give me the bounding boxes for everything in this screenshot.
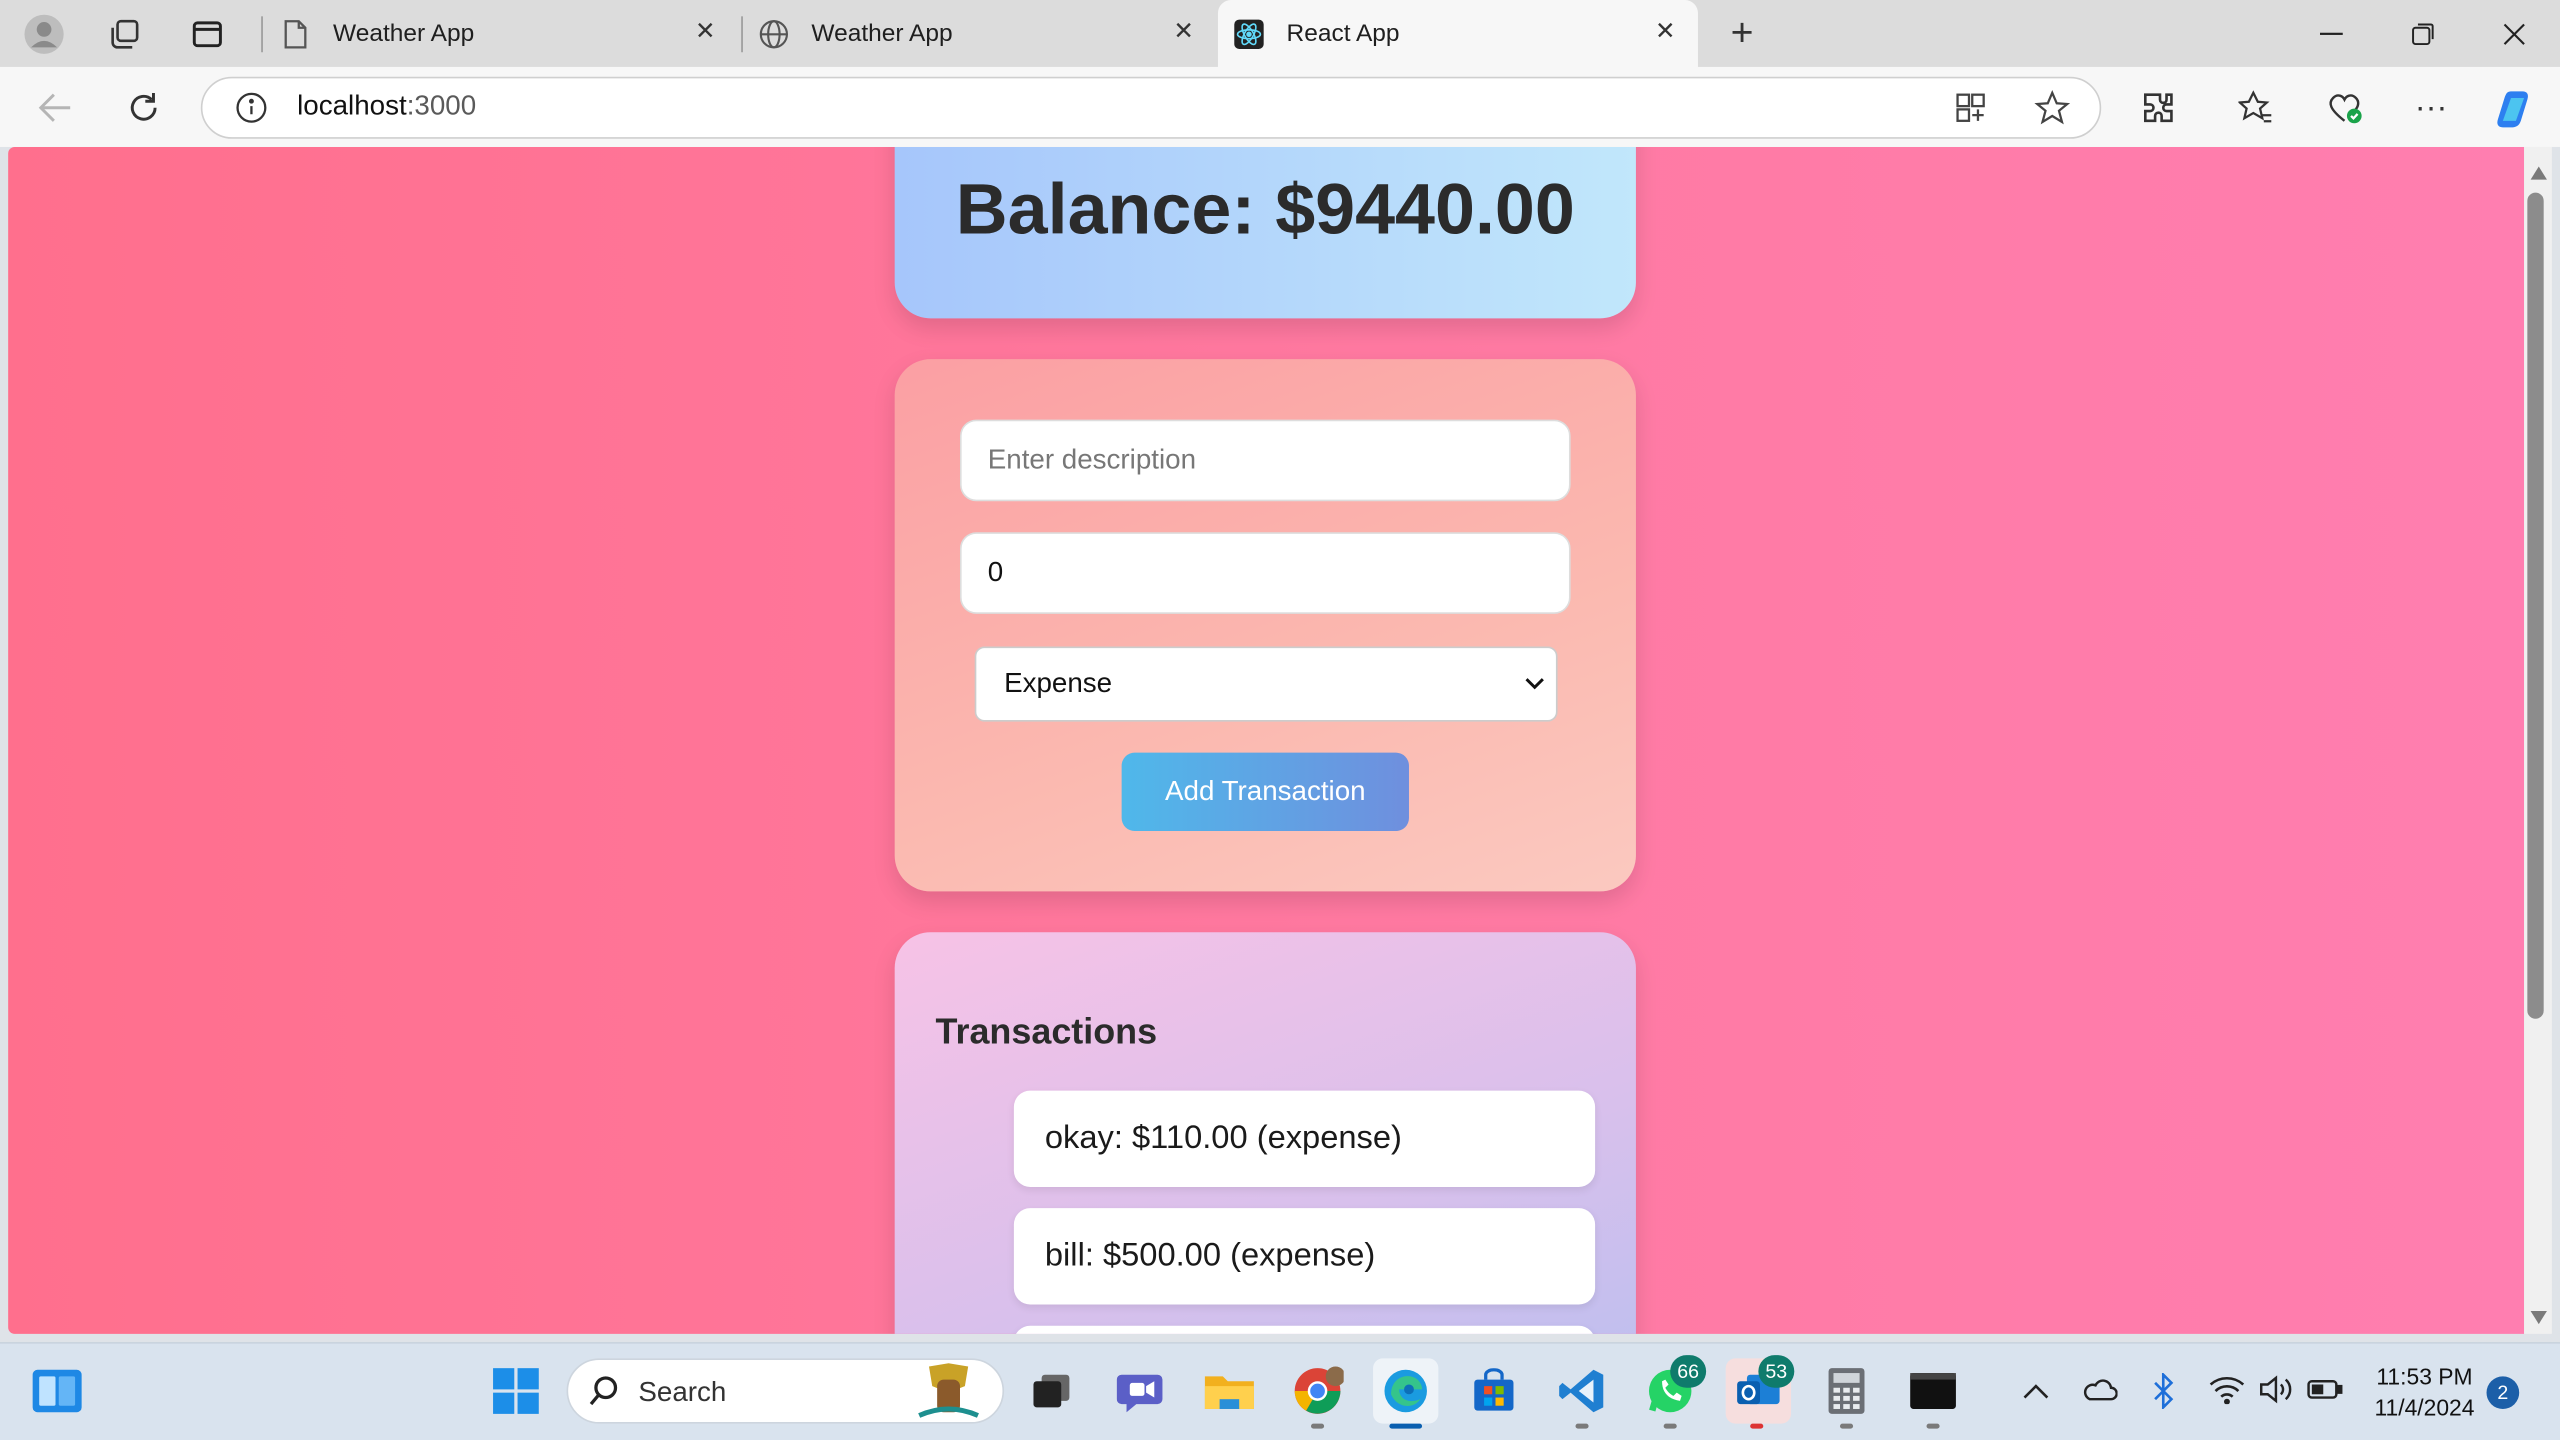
taskbar [0,1342,2560,1440]
running-indicator [1311,1423,1325,1429]
task-view-icon[interactable] [1019,1358,1084,1423]
transaction-item [1013,1325,1596,1334]
tab-react-app[interactable]: React App ✕ [1217,0,1698,67]
favorites-icon[interactable] [2229,80,2285,136]
tab-separator [261,16,263,53]
site-info-icon[interactable] [224,80,280,136]
file-explorer-icon[interactable] [1197,1358,1262,1423]
battery-icon[interactable] [2307,1378,2343,1409]
clock-time: 11:53 PM [2376,1363,2473,1390]
balance-card: Balance: $9440.00 [894,146,1636,319]
calculator-icon[interactable] [1814,1358,1879,1423]
running-indicator [1663,1423,1677,1429]
start-icon[interactable] [483,1358,548,1423]
workspaces-icon[interactable] [96,7,152,63]
browser-essentials-icon[interactable] [2317,80,2373,136]
active-indicator [1389,1423,1423,1429]
close-window-icon[interactable] [2469,0,2560,67]
running-indicator [1575,1423,1589,1429]
tab-weather-app-1[interactable]: Weather App ✕ [264,0,737,67]
tab-actions-icon[interactable] [180,7,236,63]
transactions-card: Transactions okay: $110.00 (expense) bil… [894,932,1636,1334]
transactions-title: Transactions [935,1010,1158,1052]
refresh-icon[interactable] [116,80,172,136]
scroll-down-icon[interactable] [2529,1304,2549,1333]
close-tab-icon[interactable]: ✕ [1171,19,1197,46]
scroll-up-icon[interactable] [2529,160,2549,189]
edge-icon[interactable] [1373,1358,1439,1424]
page-icon [281,19,310,48]
type-select[interactable]: Expense [974,646,1558,722]
search-label: Search [638,1376,727,1408]
tab-title: Weather App [811,19,953,48]
clock-date: 11/4/2024 [2374,1394,2475,1421]
volume-icon[interactable] [2258,1375,2294,1413]
amount-input[interactable]: 0 [959,532,1571,614]
widgets-icon[interactable] [24,1358,89,1423]
tab-title: Weather App [333,19,475,48]
page-viewport: Balance: $9440.00 Enter description 0 Ex… [8,146,2525,1334]
store-icon[interactable] [1461,1358,1526,1423]
tab-title: React App [1286,19,1400,48]
outlook-icon[interactable]: 53 [1725,1355,1795,1424]
terminal-icon[interactable] [1900,1358,1965,1423]
address-bar[interactable] [200,76,2102,139]
add-transaction-button[interactable]: Add Transaction [1121,752,1409,832]
whatsapp-badge: 66 [1670,1355,1707,1388]
tab-weather-app-2[interactable]: Weather App ✕ [743,0,1216,67]
running-indicator [1839,1423,1854,1429]
balance-amount: Balance: $9440.00 [955,169,1575,250]
transaction-item: okay: $110.00 (expense) [1013,1090,1596,1187]
running-indicator [1926,1423,1940,1429]
attention-indicator [1750,1423,1764,1429]
react-icon [1234,18,1264,49]
back-icon[interactable] [28,80,84,136]
outlook-badge: 53 [1758,1355,1795,1388]
transaction-item: bill: $500.00 (expense) [1013,1208,1596,1305]
transaction-form: Enter description 0 Expense Add Transact… [894,359,1636,892]
type-select-value: Expense [1004,667,1113,699]
wifi-icon[interactable] [2209,1375,2245,1413]
bluetooth-icon[interactable] [2152,1371,2175,1417]
scrollbar-thumb[interactable] [2527,192,2544,1019]
restore-icon[interactable] [2377,0,2468,67]
taskbar-clock[interactable]: 11:53 PM 11/4/2024 [2367,1362,2481,1424]
globe-icon [759,19,788,48]
profile-icon[interactable] [16,7,72,63]
chevron-down-icon [1523,669,1549,695]
show-hidden-icons-icon[interactable] [2021,1380,2050,1409]
onedrive-icon[interactable] [2082,1376,2118,1410]
extensions-icon[interactable] [2131,80,2187,136]
more-options-icon[interactable]: ··· [2403,80,2459,136]
close-tab-icon[interactable]: ✕ [1652,19,1678,46]
url-host: localhost [297,89,407,121]
description-input[interactable]: Enter description [959,419,1571,502]
minimize-icon[interactable] [2286,0,2377,67]
notification-badge[interactable]: 2 [2486,1376,2520,1409]
new-tab-icon[interactable]: + [1714,7,1770,63]
favorite-star-icon[interactable] [2024,80,2080,136]
search-highlight-icon [906,1360,994,1430]
vscode-icon[interactable] [1549,1358,1614,1423]
close-tab-icon[interactable]: ✕ [692,19,718,46]
app-available-icon[interactable] [1943,80,1999,136]
url-port: :3000 [406,89,477,121]
whatsapp-icon[interactable]: 66 [1638,1355,1707,1423]
url-text[interactable]: localhost:3000 [297,90,476,123]
teams-icon[interactable] [1109,1358,1174,1423]
search-icon [588,1375,621,1416]
copilot-icon[interactable] [2487,80,2543,136]
chrome-icon[interactable] [1285,1358,1350,1423]
